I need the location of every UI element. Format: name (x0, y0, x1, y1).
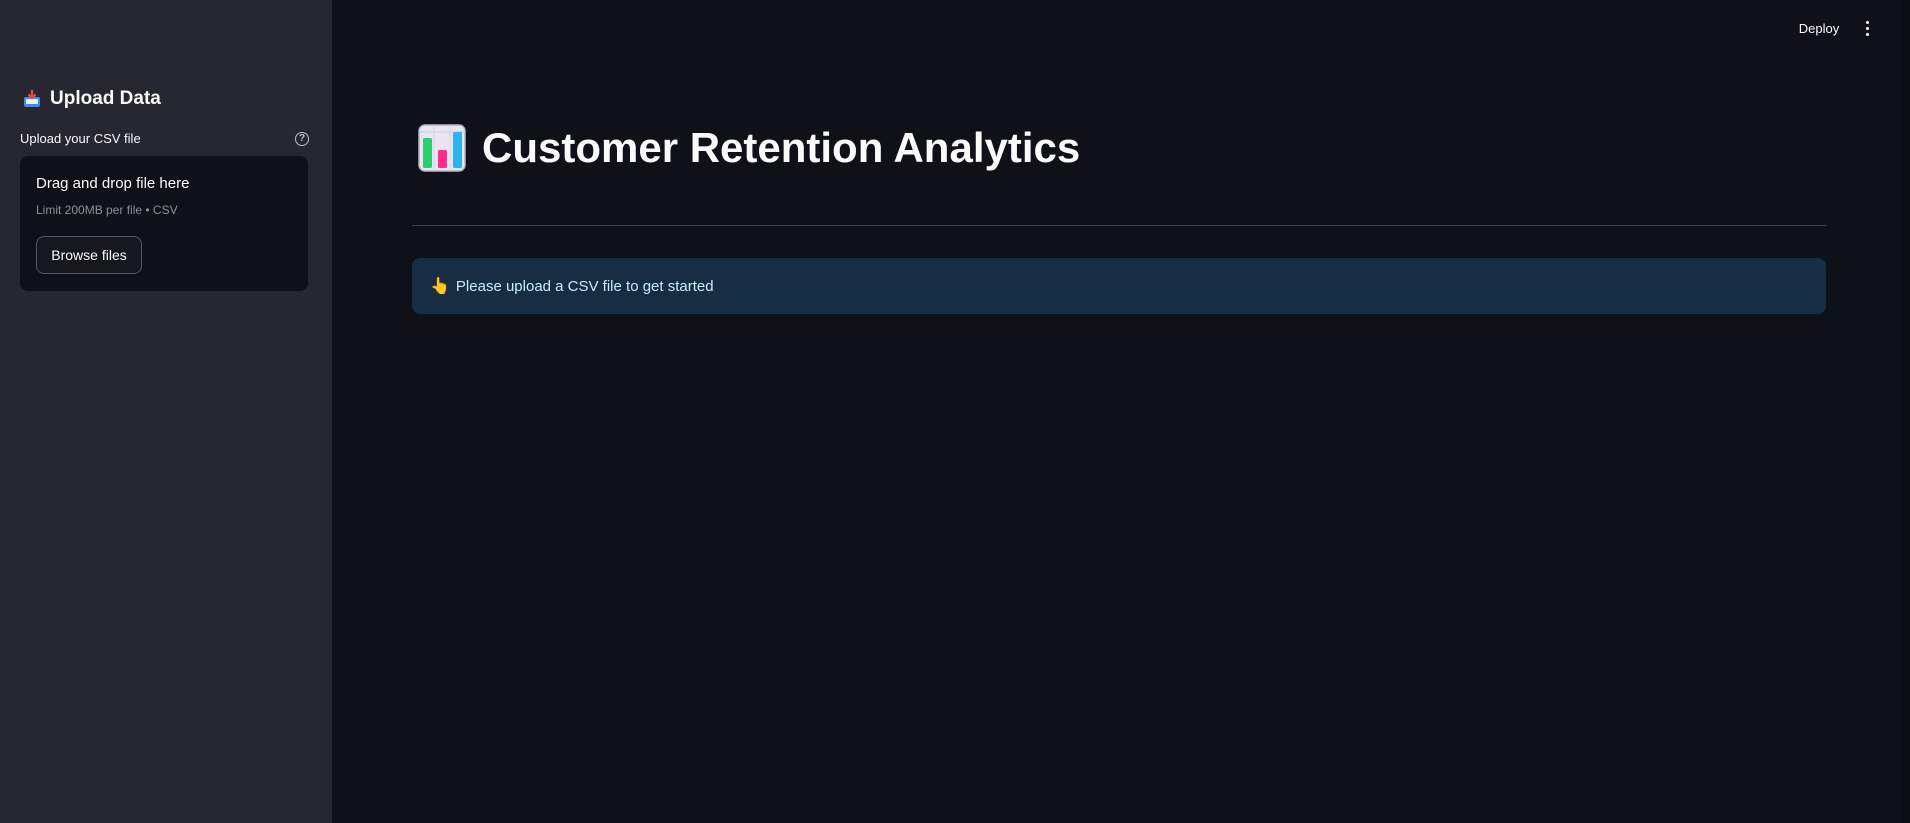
dropzone-title: Drag and drop file here (36, 175, 190, 192)
sidebar: Upload Data Upload your CSV file ? Drag … (0, 0, 332, 823)
file-dropzone[interactable]: Drag and drop file here Limit 200MB per … (20, 156, 308, 291)
question-circle-icon[interactable]: ? (295, 131, 309, 146)
deploy-button[interactable]: Deploy (1790, 17, 1848, 39)
bar-chart-icon (418, 124, 466, 172)
browse-files-button[interactable]: Browse files (36, 236, 142, 274)
vertical-ellipsis-icon[interactable] (1860, 18, 1874, 38)
info-alert-text: Please upload a CSV file to get started (455, 277, 714, 295)
divider (412, 225, 1826, 226)
uploader-label-row: Upload your CSV file ? (20, 131, 309, 146)
scrollbar-track[interactable] (1902, 0, 1910, 823)
page-title: Customer Retention Analytics (482, 124, 1081, 171)
inbox-tray-icon (22, 89, 42, 109)
sidebar-title: Upload Data (50, 88, 161, 109)
app-root: Upload Data Upload your CSV file ? Drag … (0, 0, 1910, 823)
uploader-label: Upload your CSV file (20, 131, 141, 146)
page-title-row: Customer Retention Analytics (418, 124, 1080, 172)
sidebar-header: Upload Data (22, 88, 161, 110)
info-alert: 👆 Please upload a CSV file to get starte… (412, 258, 1826, 314)
dropzone-limit-text: Limit 200MB per file • CSV (36, 203, 178, 217)
pointing-up-hand-icon: 👆 (430, 278, 450, 295)
